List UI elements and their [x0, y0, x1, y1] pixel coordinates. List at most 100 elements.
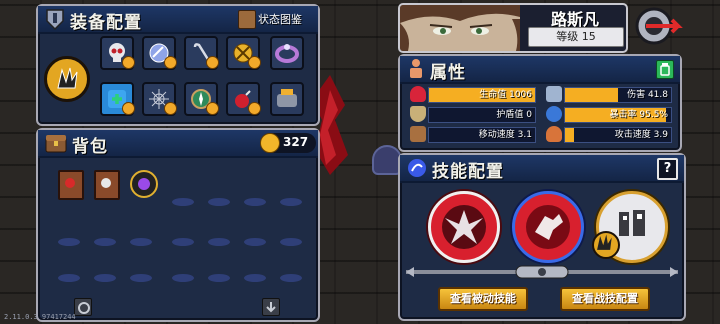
skill-slot-2[interactable] [512, 191, 584, 263]
stat-value: 3.9 [653, 130, 668, 140]
empty-slot[interactable] [172, 238, 194, 246]
status-catalog-button[interactable]: 状态图鉴 [238, 9, 312, 29]
shield-icon [410, 106, 426, 122]
crit-bar: 暴击率 95.5% [564, 107, 672, 123]
lock-badge-icon [164, 102, 177, 115]
empty-slot[interactable] [280, 274, 302, 282]
bottle-icon [660, 63, 670, 76]
stat-label: 生命值 [479, 90, 507, 100]
down-arrow-icon [266, 302, 276, 313]
empty-slot[interactable] [244, 198, 266, 206]
empty-slot[interactable] [244, 274, 266, 282]
view-passive-skills-button[interactable]: 查看被动技能 [438, 287, 528, 311]
backpack-item-red-book[interactable] [58, 170, 84, 200]
skill-slot-1[interactable] [428, 191, 500, 263]
lock-badge-icon [206, 56, 219, 69]
empty-slot[interactable] [244, 238, 266, 246]
backpack-item-purple-orb[interactable] [130, 170, 158, 198]
blue-orb-icon [408, 159, 426, 177]
lock-badge-icon [248, 56, 261, 69]
lock-badge-icon [206, 102, 219, 115]
help-button[interactable]: ? [657, 158, 678, 180]
empty-slot[interactable] [208, 198, 230, 206]
view-battle-skills-button[interactable]: 查看战技配置 [560, 287, 650, 311]
hero-level: 等级 15 [528, 27, 624, 47]
equip-slot-engine[interactable] [270, 82, 304, 116]
weapon-medallion[interactable] [44, 56, 90, 102]
equipment-panel: 装备配置 状态图鉴 [36, 4, 320, 126]
coin-count: 327 [283, 135, 309, 149]
lock-badge-icon [164, 56, 177, 69]
stat-value: 0 [526, 110, 532, 120]
empty-slot[interactable] [280, 198, 302, 206]
skills-title: 技能配置 [432, 162, 504, 182]
demon-wing-icon [442, 205, 486, 249]
stat-row-crit: 暴击率 95.5% [546, 106, 672, 123]
empty-slot[interactable] [58, 238, 80, 246]
attack-speed-bar-fill [565, 128, 574, 142]
stat-label: 移动速度 [478, 130, 515, 140]
attributes-panel: 属性 生命值 1006 护盾值 0 移动速度 3.1 伤害 41.8 暴击率 9… [398, 54, 682, 152]
recycle-button[interactable] [74, 298, 92, 316]
stat-label: 伤害 [627, 90, 646, 100]
gold-coin-icon [260, 133, 280, 153]
hero-portrait[interactable]: 路斯凡 等级 15 [398, 3, 628, 53]
coin-counter: 327 [260, 133, 316, 153]
damage-bar-fill [565, 88, 618, 102]
backpack-item-skull-book[interactable] [94, 170, 120, 200]
shield-bar: 护盾值 0 [428, 107, 536, 123]
stat-row-attack-speed: 攻击速度 3.9 [546, 126, 672, 143]
stat-value: 3.1 [517, 130, 532, 140]
stat-label: 攻击速度 [614, 130, 651, 140]
stat-value: 95.5% [639, 110, 668, 120]
spiky-crest-icon [57, 67, 78, 89]
empty-slot[interactable] [172, 274, 194, 282]
chest-icon [45, 135, 67, 153]
eye-icon [546, 106, 562, 122]
equipment-title: 装备配置 [70, 13, 142, 33]
empty-slot[interactable] [94, 274, 116, 282]
empty-slot[interactable] [130, 274, 152, 282]
skills-panel: 技能配置 ? 查看被动技能 查看战技配置 [398, 153, 686, 321]
share-button[interactable] [656, 60, 674, 79]
stat-row-damage: 伤害 41.8 [546, 86, 672, 103]
lock-badge-icon [122, 56, 135, 69]
backpack-panel: 背包 327 [36, 128, 320, 322]
hero-face-art [400, 5, 520, 51]
empty-slot[interactable] [94, 238, 116, 246]
exit-button[interactable] [634, 6, 686, 46]
equip-slot-ring[interactable] [270, 36, 304, 70]
version-label: 2.11.0.3 97417244 [4, 313, 76, 321]
fist-punch-icon [526, 205, 570, 249]
purple-eye-icon [138, 178, 150, 190]
sword-icon [546, 86, 562, 102]
empty-slot[interactable] [130, 238, 152, 246]
stat-value: 41.8 [647, 90, 668, 100]
stat-label: 暴击率 [609, 110, 637, 120]
boot-icon [410, 126, 426, 142]
skull-icon [101, 178, 111, 188]
empty-slot[interactable] [280, 238, 302, 246]
lock-badge-icon [248, 102, 261, 115]
engine-icon [277, 89, 297, 107]
stat-value: 1006 [509, 90, 532, 100]
exit-door-arrow-icon [635, 7, 683, 45]
figure-icon [410, 59, 422, 78]
flame-icon [546, 126, 562, 142]
spiky-crest-icon [597, 234, 612, 250]
empty-slot[interactable] [172, 198, 194, 206]
attributes-title: 属性 [430, 63, 466, 83]
skill-crest-badge [592, 231, 620, 259]
status-catalog-label: 状态图鉴 [258, 13, 302, 26]
empty-slot[interactable] [58, 274, 80, 282]
empty-slot[interactable] [208, 274, 230, 282]
red-potion-icon [65, 178, 75, 188]
helmet-icon [46, 9, 64, 31]
stat-label: 护盾值 [496, 110, 524, 120]
ornate-divider [406, 265, 678, 279]
empty-slot[interactable] [208, 238, 230, 246]
stat-row-health: 生命值 1006 [410, 86, 536, 103]
health-bar: 生命值 1006 [428, 87, 536, 103]
help-icon: ? [663, 161, 672, 176]
drop-button[interactable] [262, 298, 280, 316]
